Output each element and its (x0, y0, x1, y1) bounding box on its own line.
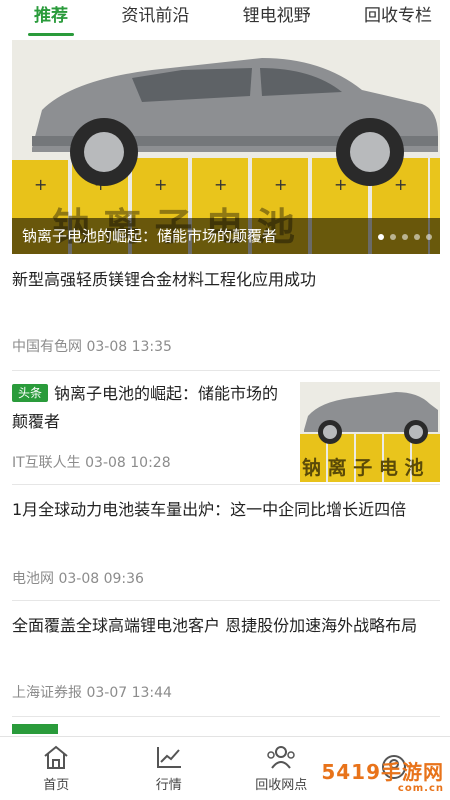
news-time: 03-08 13:35 (86, 339, 172, 355)
thumbnail-image-text: 钠 离 子 电 池 (302, 456, 423, 479)
svg-text:+: + (154, 175, 167, 194)
nav-label: 行情 (155, 778, 182, 793)
news-title: 钠离子电池的崛起：储能市场的颠覆者 (12, 384, 279, 431)
home-icon (44, 745, 68, 769)
news-title: 1月全球动力电池装车量出炉：这一中企同比增长近四倍 (12, 500, 407, 519)
news-meta: 电池网 03-08 09:36 (12, 568, 144, 588)
svg-text:+: + (214, 175, 227, 194)
carousel-dots (378, 234, 432, 240)
news-meta: 中国有色网 03-08 13:35 (12, 336, 172, 356)
divider (12, 600, 440, 601)
nav-label: 首页 (43, 778, 70, 793)
tab-news-frontier[interactable]: 资讯前沿 (121, 0, 189, 38)
news-item[interactable]: 1月全球动力电池装车量出炉：这一中企同比增长近四倍 电池网 03-08 09:3… (12, 496, 440, 596)
divider (12, 716, 440, 717)
carousel-dot (378, 234, 384, 240)
news-time: 03-07 13:44 (86, 685, 172, 701)
watermark-sub: com.cn (397, 783, 444, 794)
news-item[interactable]: 新型高强轻质镁锂合金材料工程化应用成功 中国有色网 03-08 13:35 (12, 266, 440, 362)
carousel-dot (414, 234, 420, 240)
news-item[interactable]: 头条 钠离子电池的崛起：储能市场的颠覆者 IT互联人生 03-08 10:28 钠… (12, 372, 440, 484)
svg-text:+: + (394, 175, 407, 194)
news-meta: IT互联人生 03-08 10:28 (12, 452, 171, 472)
headline-badge: 头条 (12, 384, 49, 402)
svg-text:+: + (34, 175, 47, 194)
news-time: 03-08 10:28 (85, 455, 171, 471)
watermark-logo: 5419手游网 com.cn (321, 756, 444, 794)
news-time: 03-08 09:36 (58, 571, 144, 587)
svg-text:+: + (274, 175, 287, 194)
watermark-main: 5419手游网 (321, 760, 444, 784)
tab-recommend[interactable]: 推荐 (34, 0, 68, 38)
news-source: 电池网 (12, 571, 54, 587)
news-title-wrap: 头条 钠离子电池的崛起：储能市场的颠覆者 (12, 372, 292, 436)
thumbnail-image: 钠 离 子 电 池 (300, 382, 440, 482)
banner-caption: 钠离子电池的崛起：储能市场的颠覆者 (12, 218, 440, 254)
nav-home[interactable]: 首页 (0, 737, 113, 800)
nav-market[interactable]: 行情 (113, 737, 226, 800)
news-thumbnail: 钠 离 子 电 池 (300, 382, 440, 482)
top-tab-bar: 推荐 资讯前沿 锂电视野 回收专栏 (0, 0, 450, 38)
news-title: 新型高强轻质镁锂合金材料工程化应用成功 (12, 270, 317, 289)
svg-text:+: + (334, 175, 347, 194)
carousel-dot (402, 234, 408, 240)
nav-label: 回收网点 (255, 778, 308, 793)
news-source: IT互联人生 (12, 455, 81, 471)
banner-carousel[interactable]: +++ ++++ 钠 离 子 电 池 钠离子电池的崛起：储能市场的颠覆者 (12, 40, 440, 254)
people-icon (267, 746, 295, 769)
news-source: 中国有色网 (12, 339, 82, 355)
next-item-badge-peek (12, 724, 58, 734)
chart-icon (156, 747, 181, 768)
carousel-dot (426, 234, 432, 240)
divider (12, 484, 440, 485)
tab-recycling[interactable]: 回收专栏 (364, 0, 432, 38)
news-meta: 上海证券报 03-07 13:44 (12, 682, 172, 702)
divider (12, 370, 440, 371)
news-title: 全面覆盖全球高端锂电池客户 恩捷股份加速海外战略布局 (12, 616, 418, 635)
news-item[interactable]: 全面覆盖全球高端锂电池客户 恩捷股份加速海外战略布局 上海证券报 03-07 1… (12, 612, 440, 712)
carousel-dot (390, 234, 396, 240)
news-source: 上海证券报 (12, 685, 82, 701)
tab-lithium-view[interactable]: 锂电视野 (243, 0, 311, 38)
